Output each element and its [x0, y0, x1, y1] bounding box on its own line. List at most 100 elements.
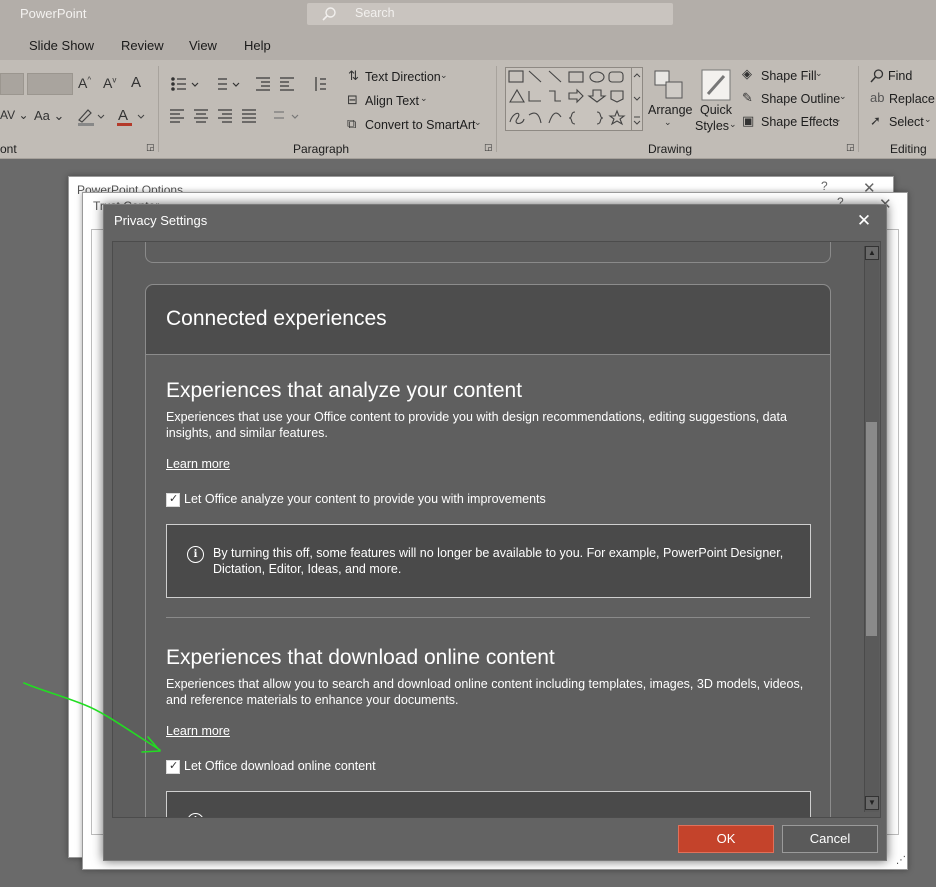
- tab-help[interactable]: Help: [244, 38, 271, 53]
- select-button[interactable]: Select: [889, 115, 924, 129]
- learn-more-link[interactable]: Learn more: [166, 724, 230, 738]
- close-button[interactable]: ✕: [852, 209, 876, 233]
- scroll-down-arrow-icon[interactable]: ▼: [865, 796, 879, 810]
- chevron-down-icon: ⌄: [834, 114, 842, 124]
- help-icon[interactable]: ?: [821, 179, 828, 193]
- font-color-icon[interactable]: A: [116, 106, 146, 126]
- quick-styles-label-2[interactable]: Styles: [695, 119, 729, 133]
- vertical-scrollbar[interactable]: ▲ ▼: [864, 246, 879, 812]
- shapes-gallery-icon[interactable]: [505, 67, 643, 131]
- app-title: PowerPoint: [20, 6, 87, 21]
- shape-outline-button[interactable]: Shape Outline: [761, 92, 840, 106]
- paragraph-dialog-launcher-icon[interactable]: ◲: [484, 142, 493, 153]
- paint-bucket-icon: ◈: [742, 66, 752, 81]
- paragraph-group-label: Paragraph: [293, 142, 350, 156]
- svg-text:A: A: [118, 107, 128, 124]
- clear-formatting-icon[interactable]: A: [131, 74, 141, 91]
- smartart-icon: ⧉: [347, 116, 357, 131]
- shape-fill-button[interactable]: Shape Fill: [761, 69, 817, 83]
- quick-styles-label-1[interactable]: Quick: [700, 103, 732, 117]
- chevron-down-icon: ⌄: [664, 117, 672, 127]
- font-group-label: ont: [0, 142, 17, 156]
- select-cursor-icon: ➚: [870, 113, 881, 128]
- download-content-checkbox[interactable]: ✓: [166, 760, 180, 774]
- chevron-down-icon: ⌄: [420, 93, 428, 103]
- shape-effects-icon: ▣: [742, 113, 755, 128]
- tab-review[interactable]: Review: [121, 38, 164, 53]
- search-box[interactable]: Search: [307, 3, 673, 25]
- text-direction-icon: ⇅: [348, 68, 359, 83]
- search-icon: [322, 7, 336, 21]
- resize-grip-icon[interactable]: ⋰: [896, 855, 906, 866]
- cancel-button[interactable]: Cancel: [782, 825, 878, 853]
- download-section-title: Experiences that download online content: [166, 646, 555, 669]
- tab-slide-show[interactable]: Slide Show: [29, 38, 94, 53]
- search-placeholder: Search: [355, 6, 395, 20]
- drawing-group-label: Drawing: [648, 142, 693, 156]
- replace-button[interactable]: Replace: [889, 92, 935, 106]
- ribbon-tabs: Slide Show Review View Help: [0, 28, 936, 60]
- title-bar: PowerPoint Search: [0, 0, 936, 28]
- find-button[interactable]: Find: [888, 69, 912, 83]
- info-icon: i: [187, 546, 204, 563]
- find-icon: [870, 69, 884, 83]
- shrink-font-icon[interactable]: Av: [103, 75, 116, 91]
- change-case-icon[interactable]: Aa ⌄: [34, 108, 64, 124]
- download-content-checkbox-row[interactable]: ✓ Let Office download online content: [166, 759, 466, 775]
- chevron-down-icon: ⌄: [729, 119, 737, 129]
- ribbon-separator: [158, 66, 159, 152]
- font-name-box[interactable]: [0, 73, 24, 95]
- learn-more-link[interactable]: Learn more: [166, 457, 230, 471]
- convert-smartart-button[interactable]: Convert to SmartArt: [365, 118, 475, 132]
- analyze-info-text: By turning this off, some features will …: [213, 546, 784, 576]
- scroll-up-arrow-icon[interactable]: ▲: [865, 246, 879, 260]
- font-dialog-launcher-icon[interactable]: ◲: [146, 142, 155, 153]
- chevron-down-icon: ⌄: [839, 91, 847, 101]
- analyze-content-checkbox-label[interactable]: Let Office analyze your content to provi…: [184, 492, 546, 506]
- check-icon: ✓: [169, 760, 179, 772]
- arrange-button[interactable]: Arrange: [648, 103, 692, 117]
- ribbon-separator: [496, 66, 497, 152]
- highlight-icon[interactable]: [76, 106, 106, 126]
- alignment-buttons-icon[interactable]: [168, 106, 308, 126]
- dialog-title: Privacy Settings: [114, 213, 208, 228]
- card-header: Connected experiences: [146, 285, 830, 355]
- ok-button[interactable]: OK: [678, 825, 774, 853]
- download-content-checkbox-label[interactable]: Let Office download online content: [184, 759, 376, 773]
- replace-icon: ab: [870, 90, 885, 105]
- align-text-icon: ⊟: [347, 92, 358, 107]
- scroll-thumb[interactable]: [866, 422, 877, 636]
- card-heading: Connected experiences: [166, 307, 387, 330]
- quick-styles-icon: [701, 69, 731, 101]
- chevron-down-icon: ⌄: [924, 114, 932, 124]
- dialog-content-scroll[interactable]: Connected experiences Experiences that a…: [112, 241, 881, 818]
- ribbon: A^ Av A AV ⌄ Aa ⌄ A ont ◲ ⇅ Text Directi…: [0, 60, 936, 159]
- editing-group-label: Editing: [890, 142, 927, 156]
- previous-card-edge: [145, 242, 831, 263]
- chevron-down-icon: ⌄: [474, 117, 482, 127]
- tab-view[interactable]: View: [189, 38, 217, 53]
- grow-font-icon[interactable]: A^: [78, 75, 91, 91]
- section-divider: [166, 617, 810, 618]
- pen-outline-icon: ✎: [742, 90, 753, 105]
- align-text-button[interactable]: Align Text: [365, 94, 419, 108]
- text-direction-button[interactable]: Text Direction: [365, 70, 441, 84]
- analyze-section-description: Experiences that use your Office content…: [166, 410, 787, 440]
- drawing-dialog-launcher-icon[interactable]: ◲: [846, 142, 855, 153]
- connected-experiences-card: Connected experiences Experiences that a…: [145, 284, 831, 817]
- check-icon: ✓: [169, 493, 179, 505]
- analyze-content-checkbox[interactable]: ✓: [166, 493, 180, 507]
- analyze-info-box: i By turning this off, some features wil…: [166, 524, 811, 598]
- chevron-down-icon: ⌄: [440, 70, 448, 80]
- download-info-box: i: [166, 791, 811, 817]
- arrange-icon: [654, 70, 683, 99]
- char-spacing-icon[interactable]: AV ⌄: [0, 108, 29, 122]
- shape-effects-button[interactable]: Shape Effects: [761, 115, 839, 129]
- analyze-content-checkbox-row[interactable]: ✓ Let Office analyze your content to pro…: [166, 492, 566, 508]
- analyze-section-title: Experiences that analyze your content: [166, 379, 523, 402]
- font-size-box[interactable]: [27, 73, 73, 95]
- info-icon: i: [187, 813, 204, 817]
- list-buttons-icon[interactable]: [168, 74, 328, 94]
- ribbon-separator: [858, 66, 859, 152]
- chevron-down-icon: ⌄: [815, 68, 823, 78]
